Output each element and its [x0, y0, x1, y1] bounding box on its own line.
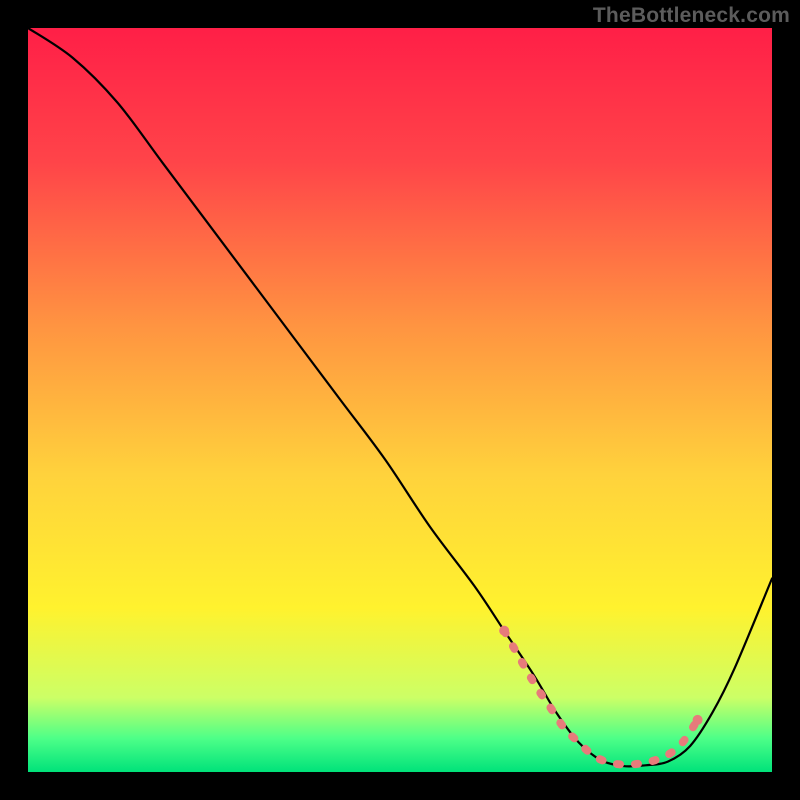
outer-frame: TheBottleneck.com	[0, 0, 800, 800]
chart-plot-area	[28, 28, 772, 772]
chart-svg	[28, 28, 772, 772]
highlight-dot	[693, 715, 703, 725]
watermark-text: TheBottleneck.com	[593, 4, 790, 28]
gradient-background	[28, 28, 772, 772]
highlight-dot	[499, 626, 509, 636]
